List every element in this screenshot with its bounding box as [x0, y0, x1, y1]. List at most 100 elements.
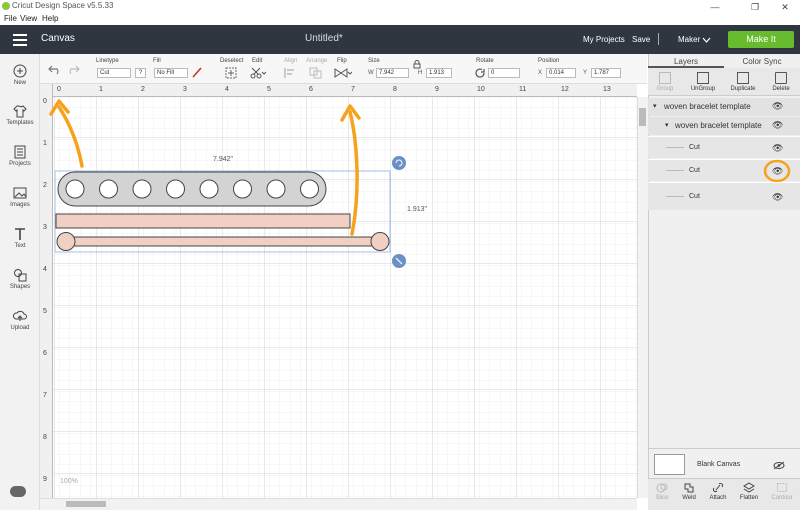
- linetype-select[interactable]: Cut: [97, 68, 131, 78]
- page-title: Canvas: [41, 33, 75, 44]
- shirt-icon: [13, 105, 27, 118]
- sidebar-item-shapes[interactable]: Shapes: [0, 268, 40, 290]
- header-separator: [658, 33, 659, 45]
- layer-item-label: Cut: [689, 144, 700, 151]
- save-link[interactable]: Save: [632, 35, 650, 44]
- sidebar-item-label: Projects: [9, 161, 31, 167]
- machine-select[interactable]: Maker: [678, 35, 700, 44]
- width-input[interactable]: 7.942: [376, 68, 409, 78]
- eye-icon[interactable]: 👁: [772, 192, 783, 203]
- fill-select[interactable]: No Fill: [154, 68, 188, 78]
- menu-file[interactable]: File: [4, 14, 17, 23]
- position-x-input[interactable]: 0.014: [546, 68, 576, 78]
- layer-group-row[interactable]: ▾ woven bracelet template 👁: [648, 98, 800, 116]
- fill-color-swatch-icon[interactable]: [191, 66, 203, 78]
- group-button[interactable]: Group: [646, 72, 684, 92]
- delete-button[interactable]: Delete: [762, 72, 800, 92]
- eye-hidden-icon[interactable]: [773, 461, 785, 470]
- cricut-logo-icon: [2, 2, 10, 10]
- flip-icon[interactable]: [334, 67, 352, 79]
- deselect-label: Deselect: [220, 58, 244, 64]
- horizontal-scroll-thumb[interactable]: [66, 501, 106, 507]
- tab-color-sync[interactable]: Color Sync: [724, 56, 800, 68]
- chat-icon[interactable]: [10, 486, 26, 497]
- bracelet-loop-hole: [199, 179, 219, 199]
- lock-icon[interactable]: [413, 60, 421, 69]
- make-it-button[interactable]: Make It: [728, 31, 794, 48]
- duplicate-icon: [737, 72, 749, 84]
- arrange-icon[interactable]: [309, 67, 325, 79]
- layer-thumbnail: [666, 147, 684, 148]
- bracelet-loop-hole: [266, 179, 286, 199]
- caret-down-icon[interactable]: ▾: [653, 102, 657, 110]
- zoom-level[interactable]: 100%: [60, 478, 78, 485]
- sidebar-item-text[interactable]: Text: [0, 227, 40, 249]
- upload-icon: [13, 310, 27, 321]
- height-input[interactable]: 1.913: [426, 68, 452, 78]
- linetype-help-button[interactable]: ?: [135, 68, 146, 78]
- sidebar-item-images[interactable]: Images: [0, 186, 40, 208]
- eye-icon[interactable]: 👁: [772, 143, 783, 154]
- flatten-label: Flatten: [739, 495, 759, 501]
- sidebar-item-new[interactable]: New: [0, 64, 40, 86]
- bracelet-rod-shape: [56, 232, 390, 251]
- blank-canvas-swatch[interactable]: [654, 454, 685, 475]
- layer-item-row[interactable]: Cut 👁: [648, 159, 800, 183]
- layer-item-row[interactable]: Cut 👁: [648, 136, 800, 158]
- tab-layers[interactable]: Layers: [648, 56, 724, 68]
- minimize-button[interactable]: —: [700, 0, 730, 14]
- document-title[interactable]: Untitled*: [305, 33, 343, 44]
- redo-icon[interactable]: [66, 63, 80, 75]
- deselect-icon[interactable]: [225, 67, 237, 79]
- maximize-button[interactable]: ❐: [740, 0, 770, 14]
- bracelet-loop-hole: [166, 179, 185, 199]
- highlight-circle: [763, 159, 791, 183]
- eye-icon[interactable]: 👁: [772, 101, 783, 112]
- sidebar-item-projects[interactable]: Projects: [0, 145, 40, 167]
- weld-label: Weld: [682, 495, 696, 501]
- projects-icon: [14, 145, 26, 159]
- vertical-scrollbar[interactable]: [637, 97, 648, 498]
- layer-subgroup-row[interactable]: ▾ woven bracelet template 👁: [648, 117, 800, 135]
- ungroup-label: UnGroup: [690, 86, 716, 92]
- undo-icon[interactable]: [48, 63, 62, 75]
- attach-button[interactable]: Attach: [703, 482, 733, 501]
- flatten-button[interactable]: Flatten: [734, 482, 764, 501]
- horizontal-scrollbar[interactable]: [40, 498, 637, 510]
- position-y-input[interactable]: 1.787: [591, 68, 621, 78]
- my-projects-link[interactable]: My Projects: [583, 35, 625, 44]
- fill-label: Fill: [153, 58, 161, 64]
- duplicate-button[interactable]: Duplicate: [724, 72, 762, 92]
- panel-divider: [648, 448, 800, 449]
- bracelet-loops-shape: [57, 171, 327, 207]
- shapes-icon: [14, 269, 27, 282]
- edit-scissors-icon[interactable]: [250, 67, 266, 79]
- menu-help[interactable]: Help: [42, 14, 58, 23]
- weld-button[interactable]: Weld: [674, 482, 704, 501]
- sidebar-item-label: Images: [10, 202, 30, 208]
- contour-label: Contour: [771, 495, 793, 501]
- bracelet-strip-shape: [55, 213, 351, 229]
- contour-button[interactable]: Contour: [767, 482, 797, 501]
- chevron-down-icon[interactable]: [702, 37, 711, 43]
- size-h-label: H: [418, 70, 423, 76]
- sidebar-item-label: Upload: [10, 325, 30, 331]
- slice-button[interactable]: Slice: [647, 482, 677, 501]
- hamburger-menu-icon[interactable]: [13, 34, 27, 46]
- align-icon[interactable]: [283, 67, 299, 79]
- sidebar-item-templates[interactable]: Templates: [0, 104, 40, 126]
- group-icon: [659, 72, 671, 84]
- menu-bar: File View Help: [0, 14, 800, 25]
- layer-group-name: woven bracelet template: [664, 102, 751, 111]
- rotate-input[interactable]: 0: [488, 68, 520, 78]
- vertical-scroll-thumb[interactable]: [639, 108, 646, 126]
- ungroup-button[interactable]: UnGroup: [684, 72, 722, 92]
- sidebar-item-upload[interactable]: Upload: [0, 309, 40, 331]
- close-window-button[interactable]: ✕: [770, 0, 800, 14]
- menu-view[interactable]: View: [20, 14, 37, 23]
- window-title-bar: Cricut Design Space v5.5.33 — ❐ ✕: [0, 0, 800, 14]
- layer-item-row[interactable]: Cut 👁: [648, 182, 800, 210]
- position-label: Position: [538, 58, 560, 64]
- eye-icon[interactable]: 👁: [772, 120, 783, 131]
- caret-down-icon[interactable]: ▾: [665, 121, 669, 129]
